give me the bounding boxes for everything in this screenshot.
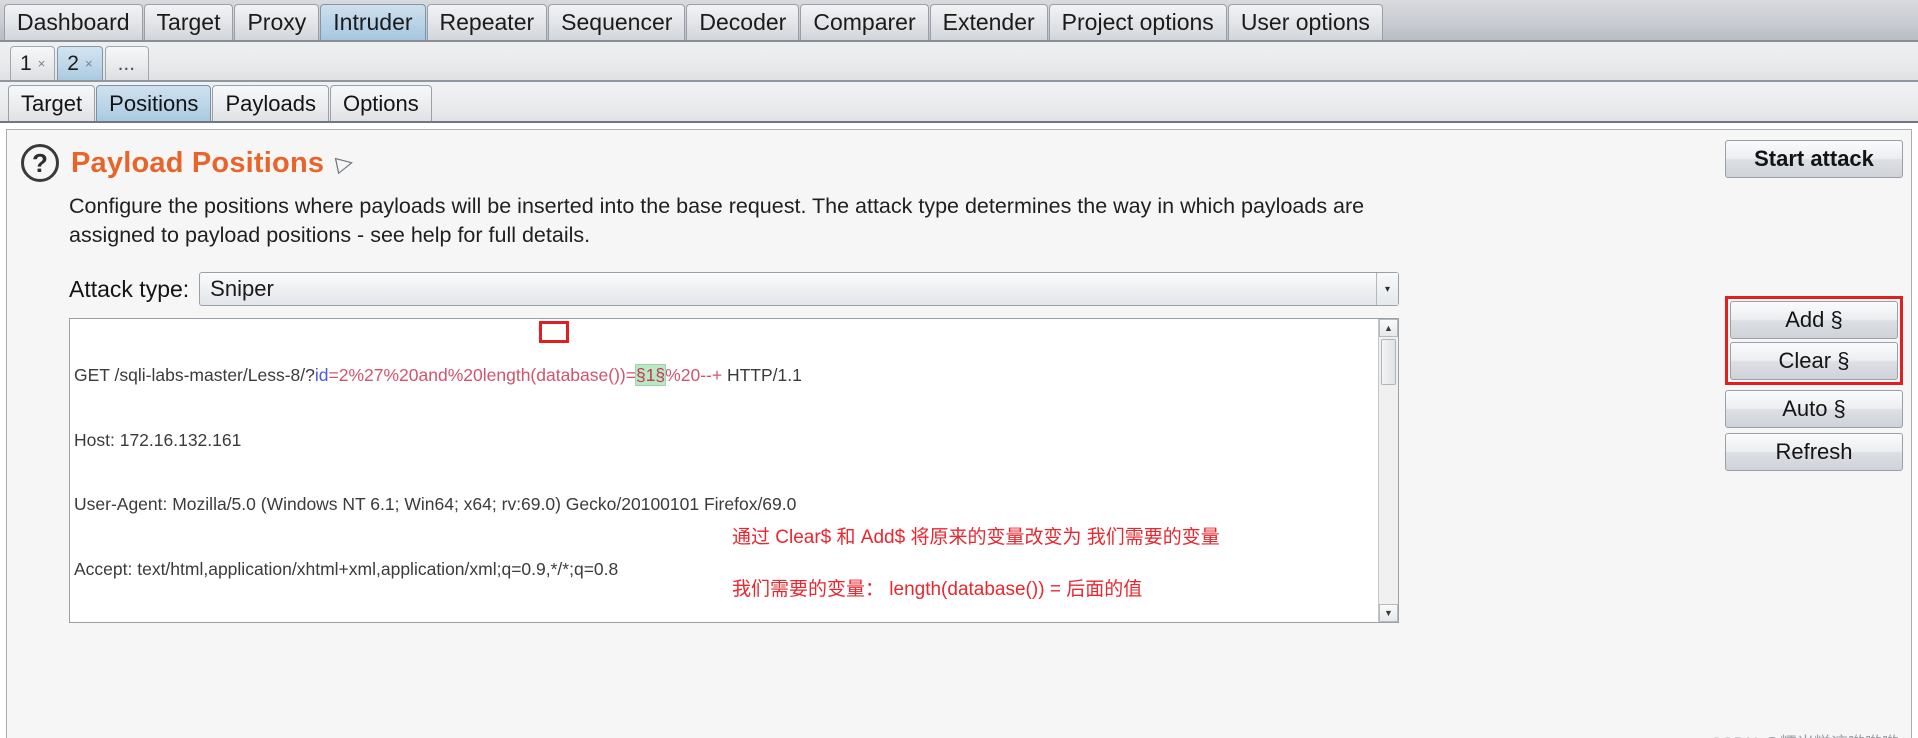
payload-positions-panel: ? Payload Positions ▷ Configure the posi…: [6, 129, 1912, 738]
attack-type-row: Attack type: Sniper ▾: [69, 272, 1399, 307]
burp-suite-window: Dashboard Target Proxy Intruder Repeater…: [0, 0, 1918, 738]
tab-payloads[interactable]: Payloads: [212, 85, 329, 121]
editor-scrollbar[interactable]: ▲ ▼: [1378, 319, 1398, 623]
main-tab-repeater[interactable]: Repeater: [426, 4, 548, 40]
request-header-user-agent: User-Agent: Mozilla/5.0 (Windows NT 6.1;…: [74, 494, 797, 515]
main-tab-label: Proxy: [247, 8, 307, 35]
close-icon[interactable]: ×: [85, 56, 93, 71]
action-button-column: Start attack Add § Clear § Auto § Refres…: [1725, 140, 1903, 476]
clear-marker-button[interactable]: Clear §: [1730, 342, 1898, 380]
attack-tab-label: 2: [67, 51, 79, 75]
main-tab-label: Project options: [1061, 8, 1214, 35]
request-method-path: GET /sqli-labs-master/Less-8/?: [74, 365, 315, 386]
attack-type-select[interactable]: Sniper ▾: [199, 272, 1399, 307]
main-tab-label: Target: [156, 8, 221, 35]
panel-header: ? Payload Positions ▷: [7, 130, 1911, 182]
page-title: Payload Positions: [71, 146, 325, 179]
main-tab-decoder[interactable]: Decoder: [686, 4, 800, 40]
attack-tab-bar: 1 × 2 × ...: [0, 42, 1918, 82]
start-attack-button[interactable]: Start attack: [1725, 140, 1903, 178]
main-tab-intruder[interactable]: Intruder: [320, 4, 426, 40]
request-header-host: Host: 172.16.132.161: [74, 429, 242, 450]
main-tab-comparer[interactable]: Comparer: [800, 4, 929, 40]
cursor-icon: ▷: [333, 148, 356, 177]
scroll-down-icon[interactable]: ▼: [1379, 604, 1398, 623]
annotation-overlay: 通过 Clear$ 和 Add$ 将原来的变量改变为 我们需要的变量 我们需要的…: [732, 526, 1220, 602]
add-marker-button[interactable]: Add §: [1730, 301, 1898, 339]
main-tab-target[interactable]: Target: [143, 4, 234, 40]
request-param-value: 2%27%20and%20length(database())=: [338, 365, 636, 386]
annotation-line-1: 通过 Clear$ 和 Add$ 将原来的变量改变为 我们需要的变量: [732, 527, 1220, 548]
main-tab-label: Repeater: [439, 8, 535, 35]
main-tab-dashboard[interactable]: Dashboard: [4, 4, 143, 40]
intruder-sub-tab-bar: Target Positions Payloads Options: [0, 82, 1918, 123]
main-tab-proxy[interactable]: Proxy: [234, 4, 320, 40]
help-icon[interactable]: ?: [21, 144, 59, 182]
attack-tab-label: ...: [117, 51, 136, 75]
main-tab-label: Comparer: [813, 8, 916, 35]
chevron-down-icon[interactable]: ▾: [1376, 273, 1398, 306]
auto-marker-button[interactable]: Auto §: [1725, 390, 1903, 428]
main-tab-extender[interactable]: Extender: [929, 4, 1048, 40]
request-param-name: id: [314, 365, 329, 386]
main-tab-project-options[interactable]: Project options: [1048, 4, 1227, 40]
sub-tab-label: Positions: [109, 90, 199, 116]
main-tab-bar: Dashboard Target Proxy Intruder Repeater…: [0, 0, 1918, 42]
sub-tab-label: Target: [21, 90, 83, 116]
payload-position-marker[interactable]: §1§: [634, 364, 667, 387]
attack-type-value: Sniper: [210, 276, 274, 302]
main-tab-label: Sequencer: [561, 8, 673, 35]
main-tab-label: Decoder: [699, 8, 787, 35]
refresh-button[interactable]: Refresh: [1725, 433, 1903, 471]
tab-target[interactable]: Target: [8, 85, 96, 121]
tab-positions[interactable]: Positions: [96, 85, 212, 121]
panel-description: Configure the positions where payloads w…: [69, 194, 1365, 248]
watermark: CSDN @糯米糍這啲啲啲: [1710, 729, 1899, 738]
attack-tab-1[interactable]: 1 ×: [10, 46, 56, 80]
scroll-up-icon[interactable]: ▲: [1379, 319, 1398, 338]
sub-tab-label: Payloads: [225, 90, 316, 116]
attack-type-label: Attack type:: [69, 275, 190, 302]
scrollbar-thumb[interactable]: [1381, 339, 1396, 386]
main-tab-label: Dashboard: [17, 8, 130, 35]
tab-options[interactable]: Options: [329, 85, 432, 121]
request-http-version: HTTP/1.1: [722, 365, 802, 386]
main-tab-user-options[interactable]: User options: [1227, 4, 1383, 40]
sub-tab-label: Options: [342, 90, 419, 116]
main-tab-label: Intruder: [333, 8, 413, 35]
request-param-suffix: %20--+: [665, 365, 723, 386]
main-tab-sequencer[interactable]: Sequencer: [548, 4, 686, 40]
attack-tab-more[interactable]: ...: [104, 46, 149, 80]
attack-tab-2[interactable]: 2 ×: [57, 46, 103, 80]
request-line-1: GET /sqli-labs-master/Less-8/?id=2%27%20…: [74, 364, 1376, 387]
close-icon[interactable]: ×: [38, 56, 46, 71]
annotation-line-2: 我们需要的变量： length(database()) = 后面的值: [732, 578, 1143, 600]
attack-tab-label: 1: [20, 51, 32, 75]
main-tab-label: User options: [1240, 8, 1370, 35]
request-param-equals: =: [328, 365, 339, 386]
main-tab-label: Extender: [942, 8, 1035, 35]
marker-buttons-group: Add § Clear §: [1725, 296, 1903, 385]
